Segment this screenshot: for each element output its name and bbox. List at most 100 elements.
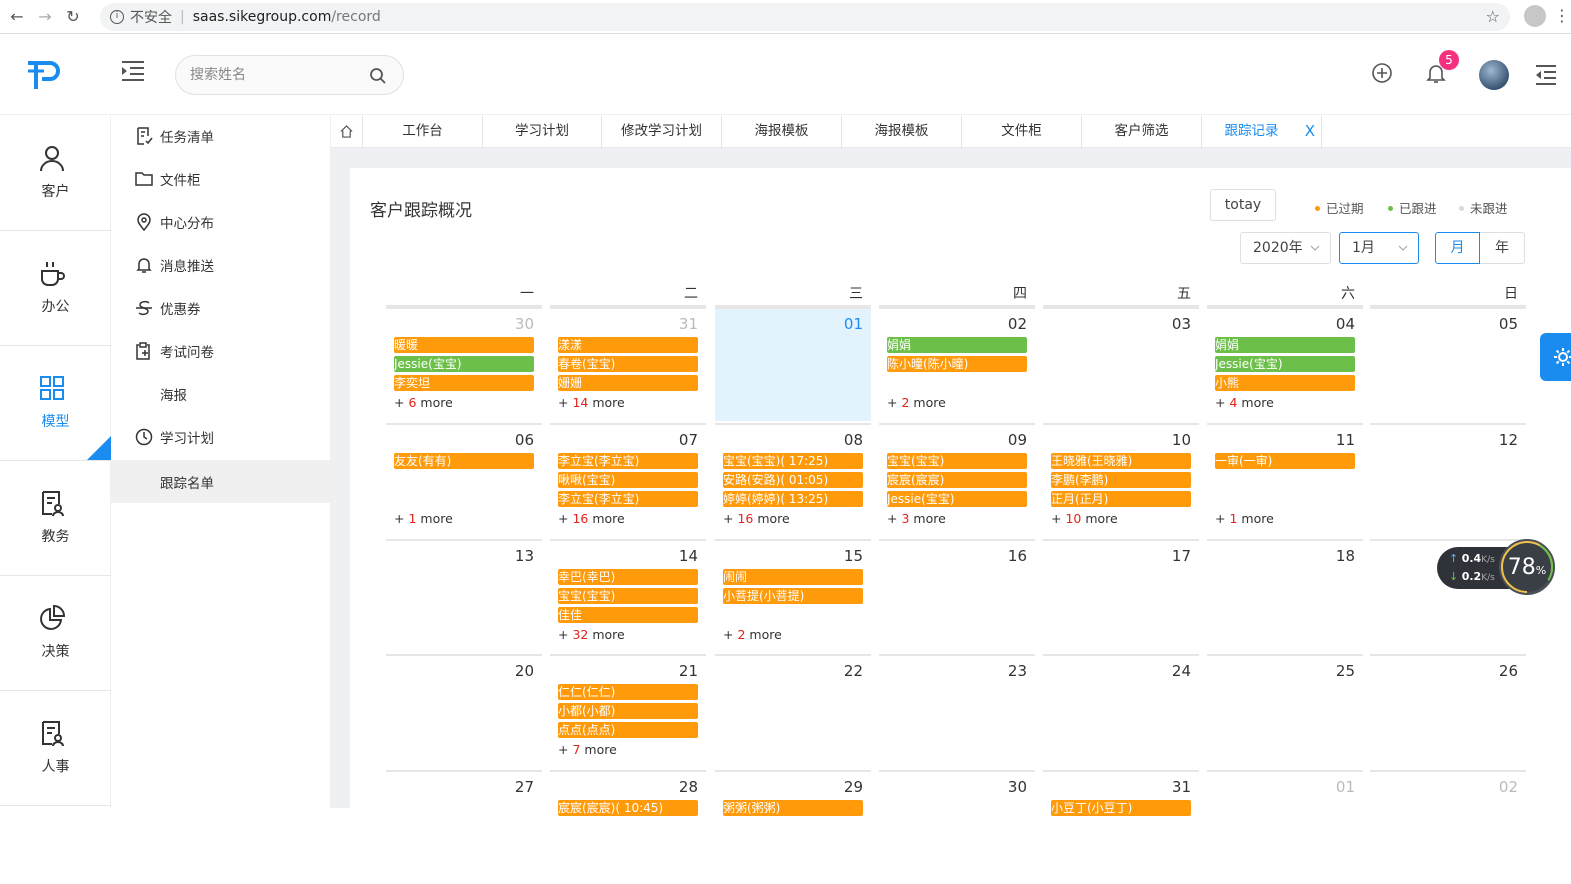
calendar-day-cell[interactable]: 28 宸宸(宸宸)( 10:45) <box>550 770 706 884</box>
tracking-event[interactable]: 宸宸(宸宸)( 10:45) <box>558 800 698 816</box>
subnav-item-task-list[interactable]: 任务清单 <box>111 116 330 156</box>
tracking-event[interactable]: Jessie(宝宝) <box>887 491 1027 507</box>
subnav-item-file-cabinet[interactable]: 文件柜 <box>111 159 330 199</box>
more-link[interactable]: + 14 more <box>558 395 625 410</box>
tracking-event[interactable]: 佳佳 <box>558 607 698 623</box>
calendar-day-cell[interactable]: 22 <box>715 654 871 768</box>
calendar-day-cell[interactable]: 01 <box>715 307 871 421</box>
tracking-event[interactable]: 陈小曈(陈小曈) <box>887 356 1027 372</box>
tracking-event[interactable]: 闹闹 <box>723 569 863 585</box>
tracking-event[interactable]: 暖暖 <box>394 337 534 353</box>
calendar-day-cell[interactable]: 21 仁仁(仁仁) 小都(小都) 点点(点点) + 7 more <box>550 654 706 768</box>
calendar-day-cell[interactable]: 17 <box>1043 539 1199 653</box>
calendar-day-cell[interactable]: 08 宝宝(宝宝)( 17:25) 安路(安路)( 01:05) 婷婷(婷婷)( 13… <box>715 423 871 537</box>
tracking-event[interactable]: Jessie(宝宝) <box>394 356 534 372</box>
subnav-item-coupon[interactable]: 优惠券 <box>111 288 330 328</box>
calendar-day-cell[interactable]: 11 一审(一审) + 1 more <box>1207 423 1363 537</box>
subnav-item-tracking-list[interactable]: 跟踪名单 <box>111 460 330 503</box>
calendar-day-cell[interactable]: 03 <box>1043 307 1199 421</box>
tracking-event[interactable]: 漾漾 <box>558 337 698 353</box>
nav-item-model[interactable]: 模型 <box>0 346 111 461</box>
tracking-event[interactable]: 姗姗 <box>558 375 698 391</box>
calendar-day-cell[interactable]: 01 <box>1207 770 1363 884</box>
tracking-event[interactable]: Jessie(宝宝) <box>1215 356 1355 372</box>
memory-gauge[interactable]: 78% <box>1499 539 1555 595</box>
subnav-item-poster[interactable]: 海报 <box>111 374 330 414</box>
tracking-event[interactable]: 安路(安路)( 01:05) <box>723 472 863 488</box>
menu-expand-icon[interactable] <box>1534 63 1558 87</box>
tracking-event[interactable]: 小都(小都) <box>558 703 698 719</box>
calendar-day-cell[interactable]: 15 闹闹 小菩提(小菩提) + 2 more <box>715 539 871 653</box>
calendar-day-cell[interactable]: 18 <box>1207 539 1363 653</box>
calendar-day-cell[interactable]: 26 <box>1370 654 1526 768</box>
tracking-event[interactable]: 春卷(宝宝) <box>558 356 698 372</box>
avatar[interactable] <box>1479 60 1509 90</box>
app-logo-icon[interactable] <box>24 57 60 93</box>
subnav-item-study-plan[interactable]: 学习计划 <box>111 417 330 457</box>
browser-menu-icon[interactable]: ⋮ <box>1554 6 1570 25</box>
more-link[interactable]: + 32 more <box>558 627 625 642</box>
calendar-day-cell[interactable]: 06 友友(有有) + 1 more <box>386 423 542 537</box>
calendar-day-cell[interactable]: 27 <box>386 770 542 884</box>
tracking-event[interactable]: 点点(点点) <box>558 722 698 738</box>
tab-study-plan[interactable]: 学习计划 <box>483 116 602 148</box>
address-bar[interactable]: i 不安全 | saas.sikegroup.com/record ☆ <box>100 3 1510 31</box>
tracking-event[interactable]: 宝宝(宝宝) <box>887 453 1027 469</box>
calendar-day-cell[interactable]: 30 <box>879 770 1035 884</box>
more-link[interactable]: + 16 more <box>558 511 625 526</box>
more-link[interactable]: + 16 more <box>723 511 790 526</box>
calendar-day-cell[interactable]: 23 <box>879 654 1035 768</box>
nav-item-office[interactable]: 办公 <box>0 231 111 346</box>
tracking-event[interactable]: 李立宝(李立宝) <box>558 491 698 507</box>
tracking-event[interactable]: 李立宝(李立宝) <box>558 453 698 469</box>
nav-item-customer[interactable]: 客户 <box>0 116 111 231</box>
calendar-day-cell[interactable]: 25 <box>1207 654 1363 768</box>
tab-home[interactable] <box>331 116 363 148</box>
more-link[interactable]: + 1 more <box>394 511 453 526</box>
tracking-event[interactable]: 小熊 <box>1215 375 1355 391</box>
search-icon[interactable] <box>369 67 387 85</box>
more-link[interactable]: + 1 more <box>1215 511 1274 526</box>
month-select[interactable]: 1月 <box>1339 232 1419 264</box>
calendar-day-cell[interactable]: 04 娟娟 Jessie(宝宝) 小熊 + 4 more <box>1207 307 1363 421</box>
tab-poster-template[interactable]: 海报模板 <box>722 116 842 148</box>
more-link[interactable]: + 2 more <box>887 395 946 410</box>
calendar-day-cell[interactable]: 02 <box>1370 770 1526 884</box>
tracking-event[interactable]: 正月(正月) <box>1051 491 1191 507</box>
more-link[interactable]: + 6 more <box>394 395 453 410</box>
more-link[interactable]: + 4 more <box>1215 395 1274 410</box>
tracking-event[interactable]: 李鹏(李鹏) <box>1051 472 1191 488</box>
year-select[interactable]: 2020年 <box>1240 232 1331 264</box>
tracking-event[interactable]: 娟娟 <box>1215 337 1355 353</box>
subnav-item-exam-survey[interactable]: 考试问卷 <box>111 331 330 371</box>
tracking-event[interactable]: 王晓雅(王晓雅) <box>1051 453 1191 469</box>
bookmark-star-icon[interactable]: ☆ <box>1486 7 1500 26</box>
tab-poster-template-2[interactable]: 海报模板 <box>842 116 962 148</box>
calendar-day-cell[interactable]: 30 暖暖 Jessie(宝宝) 李奕坦 + 6 more <box>386 307 542 421</box>
reload-icon[interactable]: ↻ <box>62 6 84 28</box>
calendar-day-cell[interactable]: 16 <box>879 539 1035 653</box>
calendar-day-cell[interactable]: 09 宝宝(宝宝) 宸宸(宸宸) Jessie(宝宝) + 3 more <box>879 423 1035 537</box>
tab-customer-filter[interactable]: 客户筛选 <box>1082 116 1202 148</box>
tracking-event[interactable]: 小菩提(小菩提) <box>723 588 863 604</box>
tracking-event[interactable]: 粥粥(粥粥) <box>723 800 863 816</box>
nav-item-hr[interactable]: 人事 <box>0 691 111 806</box>
close-icon[interactable]: X <box>1305 116 1315 147</box>
calendar-day-cell[interactable]: 13 <box>386 539 542 653</box>
calendar-day-cell[interactable]: 20 <box>386 654 542 768</box>
calendar-day-cell[interactable]: 02 娟娟 陈小曈(陈小曈) + 2 more <box>879 307 1035 421</box>
more-link[interactable]: + 2 more <box>723 627 782 642</box>
browser-profile-icon[interactable] <box>1524 5 1546 27</box>
view-month-button[interactable]: 月 <box>1435 232 1480 264</box>
add-circle-icon[interactable] <box>1370 61 1394 85</box>
tracking-event[interactable]: 仁仁(仁仁) <box>558 684 698 700</box>
nav-item-academic[interactable]: 教务 <box>0 461 111 576</box>
menu-collapse-icon[interactable] <box>120 59 146 83</box>
calendar-day-cell[interactable]: 05 <box>1370 307 1526 421</box>
more-link[interactable]: + 7 more <box>558 742 617 757</box>
tracking-event[interactable]: 友友(有有) <box>394 453 534 469</box>
tracking-event[interactable]: 小豆丁(小豆丁) <box>1051 800 1191 816</box>
subnav-item-center-distribution[interactable]: 中心分布 <box>111 202 330 242</box>
tracking-event[interactable]: 啾啾(宝宝) <box>558 472 698 488</box>
tracking-event[interactable]: 宝宝(宝宝)( 17:25) <box>723 453 863 469</box>
